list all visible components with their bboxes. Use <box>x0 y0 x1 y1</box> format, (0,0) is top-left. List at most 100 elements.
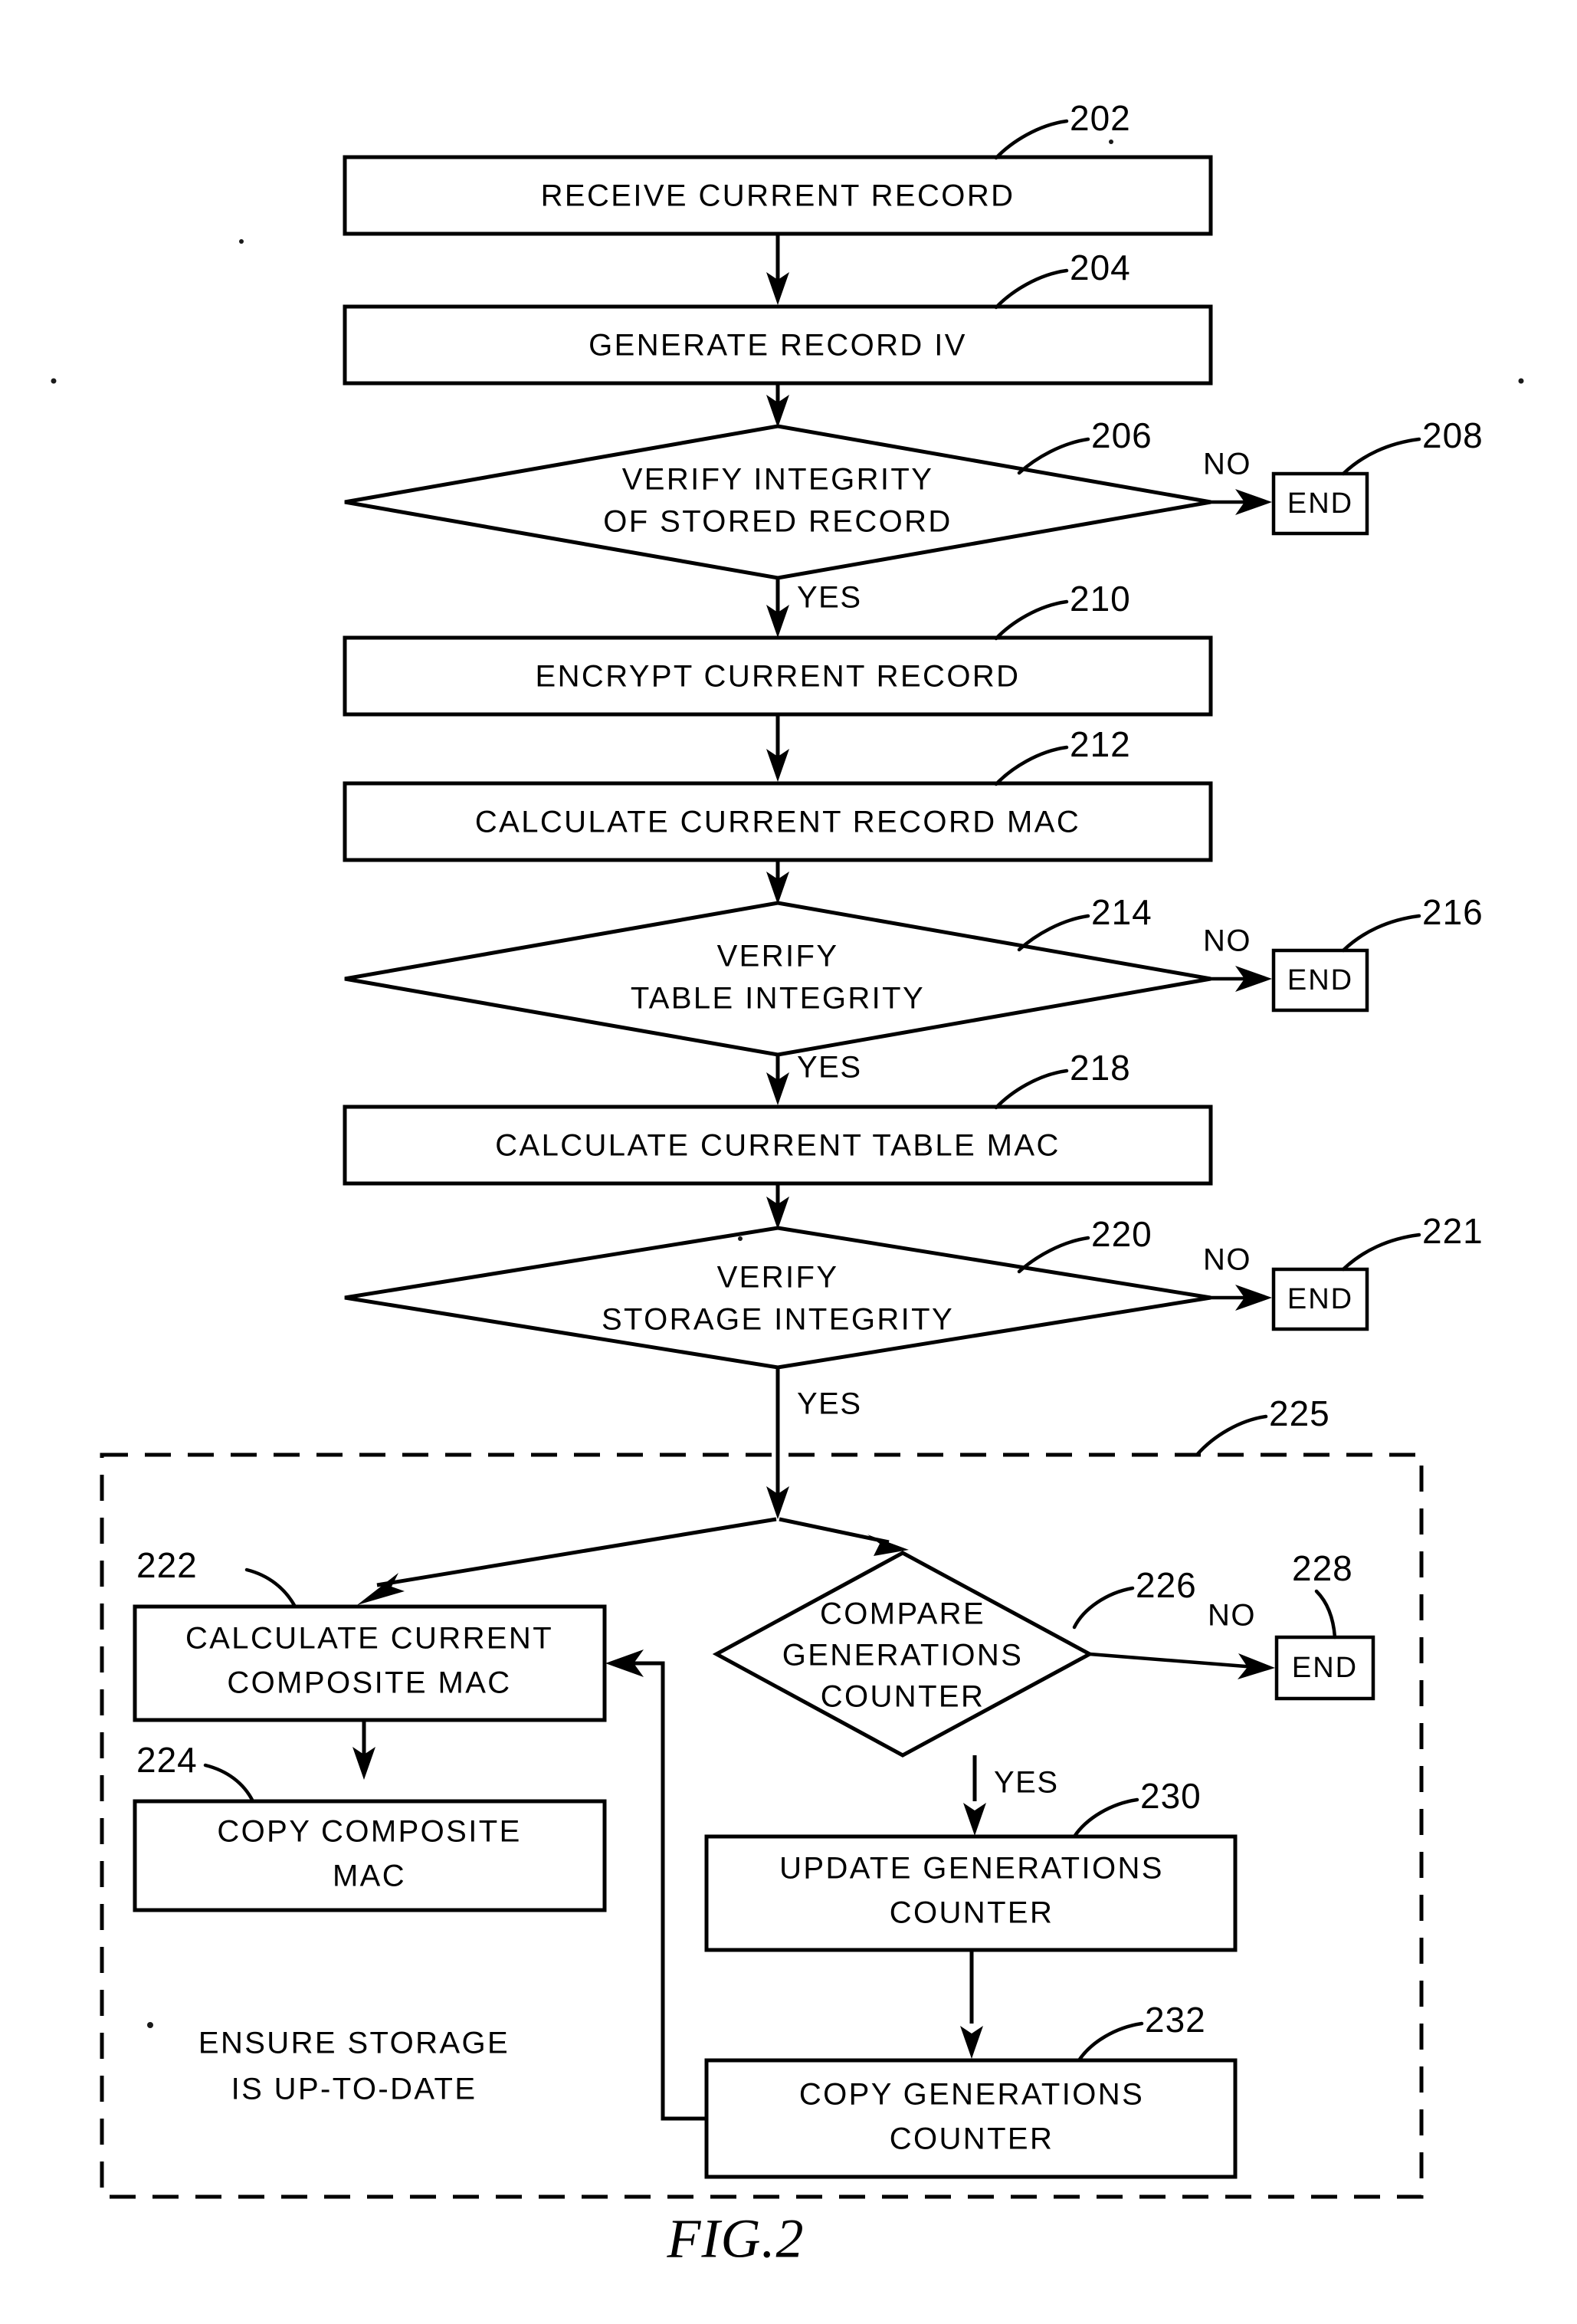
scan-speck <box>51 378 57 384</box>
group-caption-line2: IS UP-TO-DATE <box>231 2073 477 2106</box>
group-caption-line1: ENSURE STORAGE <box>198 2027 510 2060</box>
ref-number-206: 206 <box>1091 415 1152 455</box>
node-copy-composite-mac: COPY COMPOSITE MAC <box>133 1799 607 1912</box>
group-caption-225: ENSURE STORAGE IS UP-TO-DATE <box>198 2027 510 2106</box>
node-label-222-line1: CALCULATE CURRENT <box>185 1622 553 1656</box>
node-label-232-line1: COPY GENERATIONS <box>799 2078 1144 2112</box>
node-label-224-line1: COPY COMPOSITE <box>217 1815 521 1849</box>
node-end-216: END <box>1271 948 1369 1013</box>
node-label-212: CALCULATE CURRENT RECORD MAC <box>475 806 1080 839</box>
ref-number-218: 218 <box>1070 1048 1131 1088</box>
node-label-206-line1: VERIFY INTEGRITY <box>622 463 934 497</box>
arrowhead-icon <box>357 1573 405 1605</box>
ref-number-208: 208 <box>1422 415 1484 455</box>
ref-callout-222: 222 <box>136 1545 297 1609</box>
ref-number-214: 214 <box>1091 892 1152 932</box>
ref-number-202: 202 <box>1070 98 1131 138</box>
node-label-221: END <box>1287 1283 1353 1315</box>
connector-220-no-to-221: NO <box>1203 1243 1272 1311</box>
node-label-224-line2: MAC <box>333 1860 406 1893</box>
ref-number-230: 230 <box>1140 1776 1202 1816</box>
decision-diamond-214 <box>344 901 1211 1057</box>
node-label-204: GENERATE RECORD IV <box>589 329 967 363</box>
ref-callout-225: 225 <box>1195 1393 1330 1457</box>
ref-number-224: 224 <box>136 1740 198 1780</box>
ref-number-212: 212 <box>1070 724 1131 764</box>
figure-caption: FIG.2 <box>667 2208 805 2270</box>
node-label-230-line2: COUNTER <box>890 1896 1054 1930</box>
node-label-220-line2: STORAGE INTEGRITY <box>602 1303 954 1337</box>
scan-speck <box>147 2022 153 2028</box>
scan-speck <box>239 239 244 244</box>
edge-label-no-220: NO <box>1203 1243 1251 1277</box>
node-verify-storage-integrity: VERIFY STORAGE INTEGRITY <box>344 1226 1211 1370</box>
connector-232-feedback-to-222 <box>605 1649 707 2121</box>
connector-222-to-224 <box>352 1720 375 1780</box>
ref-callout-210: 210 <box>994 579 1131 641</box>
node-label-222-line2: COMPOSITE MAC <box>227 1666 511 1700</box>
scan-speck <box>1109 140 1113 144</box>
node-label-220-line1: VERIFY <box>717 1261 839 1295</box>
node-label-208: END <box>1287 487 1353 520</box>
arrowhead-icon <box>960 2026 983 2059</box>
edge-label-no-214: NO <box>1203 924 1251 958</box>
connector-230-to-232 <box>960 1950 983 2059</box>
edge-label-yes-206: YES <box>797 581 862 615</box>
node-label-232-line2: COUNTER <box>890 2122 1054 2156</box>
connector-210-to-212 <box>766 714 789 782</box>
node-end-221: END <box>1271 1267 1369 1331</box>
node-label-218: CALCULATE CURRENT TABLE MAC <box>495 1129 1061 1163</box>
decision-diamond-220 <box>344 1226 1211 1370</box>
ref-callout-208: 208 <box>1341 415 1484 476</box>
edge-label-yes-226: YES <box>994 1766 1059 1800</box>
node-verify-table-integrity: VERIFY TABLE INTEGRITY <box>344 901 1211 1057</box>
connector-214-yes-to-218: YES <box>766 1051 862 1105</box>
connector-220-yes-to-fork: YES <box>766 1367 862 1519</box>
node-label-226-line1: COMPARE <box>820 1597 985 1631</box>
node-end-228: END <box>1274 1635 1375 1701</box>
ref-number-221: 221 <box>1422 1211 1484 1251</box>
ref-callout-218: 218 <box>994 1048 1131 1110</box>
ref-number-210: 210 <box>1070 579 1131 619</box>
ref-number-232: 232 <box>1145 2000 1206 2040</box>
node-label-226-line3: COUNTER <box>821 1680 985 1714</box>
node-label-230-line1: UPDATE GENERATIONS <box>779 1852 1164 1886</box>
node-label-228: END <box>1292 1652 1358 1684</box>
patent-figure-page: RECEIVE CURRENT RECORD 202 GENERATE RECO… <box>0 0 1577 2324</box>
node-calculate-current-table-mac: CALCULATE CURRENT TABLE MAC <box>343 1105 1213 1186</box>
node-label-206-line2: OF STORED RECORD <box>603 505 952 539</box>
connector-212-to-214 <box>766 860 789 904</box>
connector-226-no-to-228: NO <box>1089 1599 1275 1679</box>
ref-callout-202: 202 <box>994 98 1131 160</box>
node-encrypt-current-record: ENCRYPT CURRENT RECORD <box>343 635 1213 717</box>
edge-label-yes-220: YES <box>797 1387 862 1421</box>
ref-callout-214: 214 <box>1017 892 1152 952</box>
connector-202-to-204 <box>766 234 789 305</box>
connector-206-yes-to-210: YES <box>766 578 862 638</box>
ref-number-216: 216 <box>1422 892 1484 932</box>
ref-callout-228: 228 <box>1292 1548 1353 1640</box>
ref-callout-204: 204 <box>994 248 1130 310</box>
ref-callout-224: 224 <box>136 1740 255 1804</box>
node-receive-current-record: RECEIVE CURRENT RECORD <box>343 155 1213 236</box>
node-label-214-line2: TABLE INTEGRITY <box>631 982 925 1016</box>
node-end-208: END <box>1271 471 1369 536</box>
connector-218-to-220 <box>766 1183 789 1229</box>
node-verify-integrity-of-stored-record: VERIFY INTEGRITY OF STORED RECORD <box>344 424 1211 580</box>
edge-label-no-226: NO <box>1208 1599 1256 1633</box>
connector-206-no-to-208: NO <box>1203 448 1272 515</box>
connector-226-yes-to-230: YES <box>963 1755 1059 1836</box>
connector-214-no-to-216: NO <box>1203 924 1272 992</box>
arrowhead-icon <box>963 1803 986 1836</box>
connector-fork-to-222 <box>357 1517 777 1605</box>
edge-label-yes-214: YES <box>797 1051 862 1085</box>
node-label-216: END <box>1287 964 1353 996</box>
scan-speck <box>738 1236 743 1241</box>
ref-number-225: 225 <box>1269 1393 1330 1433</box>
ref-number-220: 220 <box>1091 1214 1152 1254</box>
ref-callout-221: 221 <box>1341 1211 1484 1272</box>
flowchart-canvas: RECEIVE CURRENT RECORD 202 GENERATE RECO… <box>51 98 1524 2270</box>
ref-number-226: 226 <box>1136 1565 1197 1605</box>
node-generate-record-iv: GENERATE RECORD IV <box>343 304 1213 386</box>
ref-number-228: 228 <box>1292 1548 1353 1588</box>
